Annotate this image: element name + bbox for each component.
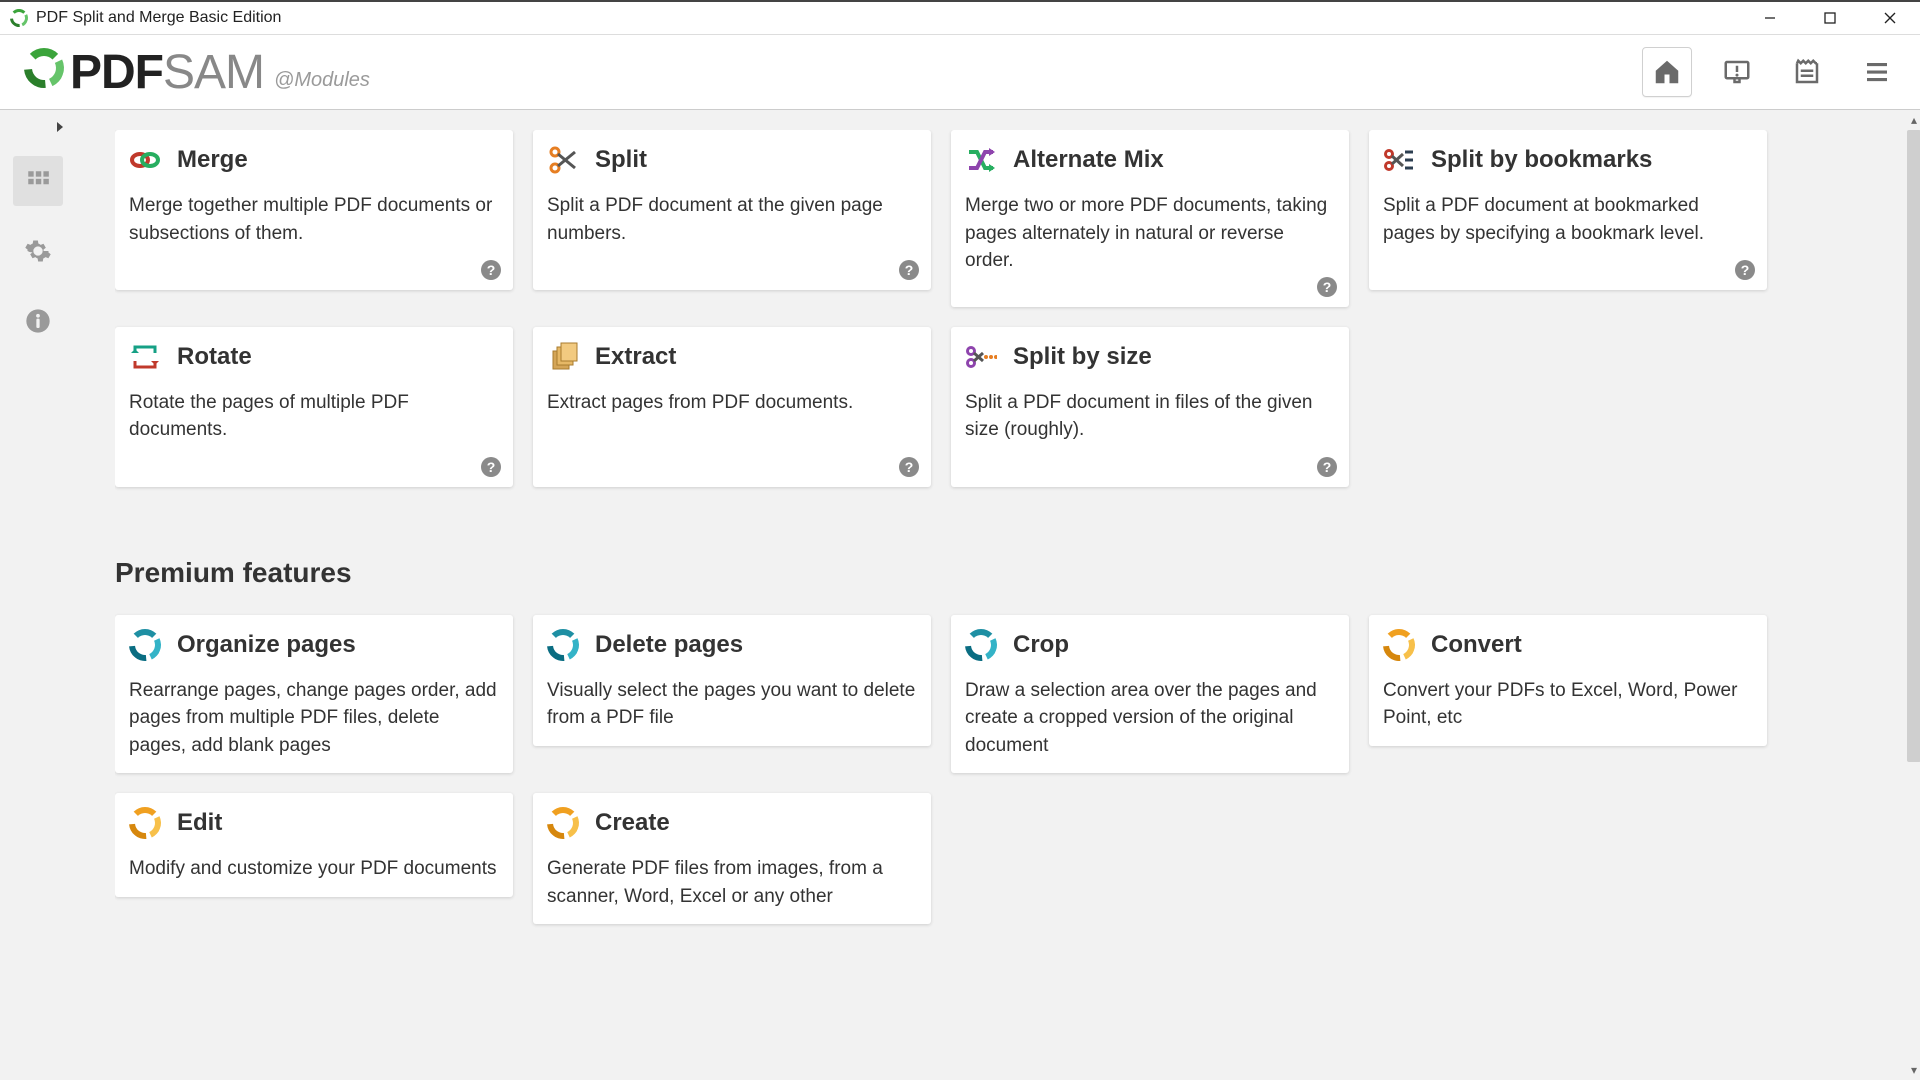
- help-icon[interactable]: ?: [1735, 260, 1755, 280]
- notifications-button[interactable]: [1712, 47, 1762, 97]
- menu-button[interactable]: [1852, 47, 1902, 97]
- card-description: Merge two or more PDF documents, taking …: [965, 192, 1335, 275]
- split-size-icon: [965, 341, 997, 373]
- alternate-mix-icon: [965, 144, 997, 176]
- card-description: Split a PDF document at the given page n…: [547, 192, 917, 247]
- help-icon[interactable]: ?: [481, 260, 501, 280]
- card-description: Merge together multiple PDF documents or…: [129, 192, 499, 247]
- minimize-button[interactable]: [1740, 2, 1800, 35]
- sidebar-expand-toggle[interactable]: [55, 120, 65, 136]
- close-button[interactable]: [1860, 2, 1920, 35]
- titlebar: PDF Split and Merge Basic Edition: [0, 2, 1920, 35]
- logo-text-bold: PDF: [70, 46, 163, 99]
- card-title: Merge: [177, 146, 248, 174]
- card-description: Rearrange pages, change pages order, add…: [129, 677, 499, 760]
- split-bookmarks-icon: [1383, 144, 1415, 176]
- card-title: Convert: [1431, 631, 1522, 659]
- premium-orange-icon: [547, 807, 579, 839]
- modules-grid: Merge Merge together multiple PDF docume…: [115, 130, 1866, 487]
- module-card-rotate[interactable]: Rotate Rotate the pages of multiple PDF …: [115, 327, 513, 487]
- premium-card-organize[interactable]: Organize pages Rearrange pages, change p…: [115, 615, 513, 774]
- merge-icon: [129, 144, 161, 176]
- extract-icon: [547, 341, 579, 373]
- premium-card-crop[interactable]: Crop Draw a selection area over the page…: [951, 615, 1349, 774]
- premium-heading: Premium features: [115, 557, 1866, 589]
- card-title: Create: [595, 809, 670, 837]
- card-description: Generate PDF files from images, from a s…: [547, 855, 917, 910]
- sidebar-about-button[interactable]: [13, 296, 63, 346]
- card-title: Crop: [1013, 631, 1069, 659]
- module-card-alternate-mix[interactable]: Alternate Mix Merge two or more PDF docu…: [951, 130, 1349, 307]
- help-icon[interactable]: ?: [899, 457, 919, 477]
- scissors-icon: [547, 144, 579, 176]
- main-content: Merge Merge together multiple PDF docume…: [75, 110, 1920, 1080]
- card-title: Rotate: [177, 343, 252, 371]
- premium-card-create[interactable]: Create Generate PDF files from images, f…: [533, 793, 931, 924]
- premium-orange-icon: [129, 807, 161, 839]
- breadcrumb: @Modules: [274, 69, 370, 100]
- sidebar-modules-button[interactable]: [13, 156, 63, 206]
- card-description: Draw a selection area over the pages and…: [965, 677, 1335, 760]
- scroll-down-icon[interactable]: ▾: [1911, 1060, 1917, 1080]
- help-icon[interactable]: ?: [899, 260, 919, 280]
- scroll-up-icon[interactable]: ▴: [1911, 110, 1917, 130]
- card-description: Modify and customize your PDF documents: [129, 855, 499, 883]
- module-card-merge[interactable]: Merge Merge together multiple PDF docume…: [115, 130, 513, 290]
- card-title: Organize pages: [177, 631, 356, 659]
- premium-teal-icon: [129, 629, 161, 661]
- maximize-button[interactable]: [1800, 2, 1860, 35]
- vertical-scrollbar[interactable]: ▴ ▾: [1904, 110, 1920, 1080]
- app-logo: PDFSAM @Modules: [24, 45, 370, 100]
- card-title: Split: [595, 146, 647, 174]
- logo-text-light: SAM: [163, 46, 264, 99]
- card-title: Delete pages: [595, 631, 743, 659]
- premium-card-convert[interactable]: Convert Convert your PDFs to Excel, Word…: [1369, 615, 1767, 746]
- card-title: Split by size: [1013, 343, 1152, 371]
- toolbar: PDFSAM @Modules: [0, 35, 1920, 110]
- premium-teal-icon: [547, 629, 579, 661]
- premium-grid: Organize pages Rearrange pages, change p…: [115, 615, 1866, 925]
- card-description: Rotate the pages of multiple PDF documen…: [129, 389, 499, 444]
- scrollbar-thumb[interactable]: [1907, 130, 1920, 762]
- premium-card-delete[interactable]: Delete pages Visually select the pages y…: [533, 615, 931, 746]
- premium-orange-icon: [1383, 629, 1415, 661]
- card-title: Split by bookmarks: [1431, 146, 1652, 174]
- help-icon[interactable]: ?: [481, 457, 501, 477]
- card-title: Alternate Mix: [1013, 146, 1164, 174]
- card-description: Split a PDF document in files of the giv…: [965, 389, 1335, 444]
- sidebar-settings-button[interactable]: [13, 226, 63, 276]
- module-card-extract[interactable]: Extract Extract pages from PDF documents…: [533, 327, 931, 487]
- app-icon: [10, 9, 28, 27]
- card-title: Edit: [177, 809, 222, 837]
- card-title: Extract: [595, 343, 676, 371]
- logs-button[interactable]: [1782, 47, 1832, 97]
- help-icon[interactable]: ?: [1317, 457, 1337, 477]
- home-button[interactable]: [1642, 47, 1692, 97]
- premium-teal-icon: [965, 629, 997, 661]
- module-card-split-bookmarks[interactable]: Split by bookmarks Split a PDF document …: [1369, 130, 1767, 290]
- card-description: Split a PDF document at bookmarked pages…: [1383, 192, 1753, 247]
- sidebar: [0, 110, 75, 1080]
- module-card-split[interactable]: Split Split a PDF document at the given …: [533, 130, 931, 290]
- card-description: Convert your PDFs to Excel, Word, Power …: [1383, 677, 1753, 732]
- module-card-split-size[interactable]: Split by size Split a PDF document in fi…: [951, 327, 1349, 487]
- premium-card-edit[interactable]: Edit Modify and customize your PDF docum…: [115, 793, 513, 897]
- card-description: Visually select the pages you want to de…: [547, 677, 917, 732]
- card-description: Extract pages from PDF documents.: [547, 389, 917, 417]
- window-title: PDF Split and Merge Basic Edition: [36, 9, 281, 27]
- rotate-icon: [129, 341, 161, 373]
- help-icon[interactable]: ?: [1317, 277, 1337, 297]
